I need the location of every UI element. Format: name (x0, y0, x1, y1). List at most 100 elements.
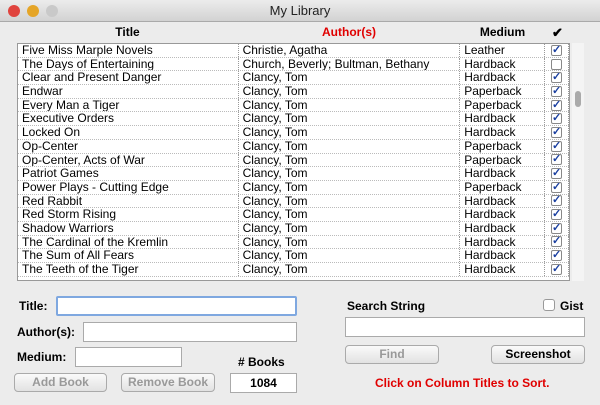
table-row[interactable]: Five Miss Marple Novels Christie, Agatha L… (18, 44, 569, 58)
table-row[interactable]: Patriot Games Clancy, Tom Hardback ✓ (18, 167, 569, 181)
column-header-check[interactable]: ✔ (545, 25, 570, 41)
gist-checkbox[interactable] (543, 299, 555, 311)
author-label: Author(s): (17, 325, 75, 339)
cell-title: Red Storm Rising (18, 208, 239, 221)
table-row[interactable]: Shadow Warriors Clancy, Tom Hardback ✓ (18, 221, 569, 236)
column-header-title[interactable]: Title (17, 25, 238, 39)
cell-title: The Cardinal of the Kremlin (18, 235, 239, 249)
remove-book-button[interactable]: Remove Book (121, 373, 215, 392)
cell-medium: Leather (460, 44, 546, 57)
medium-input[interactable] (75, 347, 182, 367)
close-button[interactable] (8, 5, 20, 17)
table-row[interactable]: Red Rabbit Clancy, Tom Hardback ✓ (18, 194, 569, 209)
row-checkbox[interactable]: ✓ (551, 154, 562, 166)
row-checkbox[interactable]: ✓ (551, 236, 562, 248)
column-header-author[interactable]: Author(s) (238, 25, 460, 39)
cell-medium: Hardback (460, 208, 546, 221)
table-row[interactable]: The Cardinal of the Kremlin Clancy, Tom Ha… (18, 235, 569, 250)
cell-medium: Hardback (460, 71, 546, 85)
row-checkbox[interactable]: ✓ (551, 44, 562, 56)
row-checkbox[interactable]: ✓ (551, 181, 562, 193)
table-row[interactable]: Op-Center, Acts of War Clancy, Tom Paperba… (18, 153, 569, 168)
scrollbar-thumb[interactable] (575, 91, 581, 107)
table-row[interactable]: The Days of Entertaining Church, Beverly;… (18, 57, 569, 72)
books-table: Five Miss Marple Novels Christie, Agatha L… (17, 43, 570, 281)
cell-medium: Hardback (460, 249, 546, 262)
cell-author: Clancy, Tom (239, 221, 461, 235)
cell-title: Patriot Games (18, 167, 239, 180)
minimize-button[interactable] (27, 5, 39, 17)
cell-medium: Hardback (460, 57, 546, 71)
cell-author: Clancy, Tom (239, 263, 461, 276)
cell-author: Clancy, Tom (239, 85, 461, 98)
cell-medium: Hardback (460, 263, 546, 276)
cell-medium: Hardback (460, 112, 546, 126)
row-checkbox[interactable]: ✓ (551, 126, 562, 138)
cell-medium: Hardback (460, 235, 546, 249)
add-book-button[interactable]: Add Book (14, 373, 107, 392)
row-checkbox[interactable]: ✓ (551, 85, 562, 97)
row-checkbox[interactable] (551, 58, 562, 70)
table-row[interactable]: Clear and Present Danger Clancy, Tom Hardb… (18, 71, 569, 86)
cell-author: Clancy, Tom (239, 235, 461, 249)
row-checkbox[interactable]: ✓ (551, 263, 562, 275)
author-input[interactable] (83, 322, 297, 342)
cell-author: Clancy, Tom (239, 139, 461, 153)
row-checkbox[interactable]: ✓ (551, 140, 562, 152)
table-row[interactable]: Locked On Clancy, Tom Hardback ✓ (18, 126, 569, 140)
cell-author: Clancy, Tom (239, 112, 461, 126)
title-input[interactable] (56, 296, 297, 316)
cell-title: Clear and Present Danger (18, 71, 239, 85)
cell-author: Clancy, Tom (239, 194, 461, 208)
table-row[interactable]: Executive Orders Clancy, Tom Hardback ✓ (18, 112, 569, 127)
table-row[interactable]: The Teeth of the Tiger Clancy, Tom Hardbac… (18, 263, 569, 277)
gist-label: Gist (560, 299, 584, 313)
table-row[interactable]: The Sum of All Fears Clancy, Tom Hardback ✓ (18, 249, 569, 263)
cell-medium: Hardback (460, 126, 546, 139)
cell-medium: Hardback (460, 194, 546, 208)
cell-medium: Paperback (460, 139, 546, 153)
cell-author: Clancy, Tom (239, 71, 461, 85)
cell-medium: Hardback (460, 221, 546, 235)
cell-author: Clancy, Tom (239, 98, 461, 112)
table-row[interactable]: Power Plays - Cutting Edge Clancy, Tom Pap… (18, 180, 569, 195)
sort-hint: Click on Column Titles to Sort. (375, 376, 550, 390)
row-checkbox[interactable]: ✓ (551, 195, 562, 207)
cell-medium: Paperback (460, 180, 546, 194)
row-checkbox[interactable]: ✓ (551, 72, 562, 84)
title-label: Title: (19, 299, 48, 313)
cell-title: Locked On (18, 126, 239, 139)
row-checkbox[interactable]: ✓ (551, 222, 562, 234)
cell-title: Endwar (18, 85, 239, 98)
cell-title: The Days of Entertaining (18, 57, 239, 71)
row-checkbox[interactable]: ✓ (551, 250, 562, 262)
cell-title: The Sum of All Fears (18, 249, 239, 262)
zoom-button[interactable] (46, 5, 58, 17)
cell-author: Church, Beverly; Bultman, Bethany (239, 57, 461, 71)
cell-title: Op-Center, Acts of War (18, 153, 239, 167)
column-header-medium[interactable]: Medium (460, 25, 545, 39)
cell-author: Clancy, Tom (239, 208, 461, 221)
cell-author: Clancy, Tom (239, 126, 461, 139)
search-label: Search String (347, 299, 426, 313)
cell-medium: Hardback (460, 167, 546, 180)
screenshot-button[interactable]: Screenshot (491, 345, 585, 364)
row-checkbox[interactable]: ✓ (551, 168, 562, 180)
row-checkbox[interactable]: ✓ (551, 209, 562, 221)
cell-title: Red Rabbit (18, 194, 239, 208)
search-input[interactable] (345, 317, 585, 337)
table-row[interactable]: Red Storm Rising Clancy, Tom Hardback ✓ (18, 208, 569, 222)
table-row[interactable]: Endwar Clancy, Tom Paperback ✓ (18, 85, 569, 99)
medium-label: Medium: (17, 350, 67, 364)
table-row[interactable]: Op-Center Clancy, Tom Paperback ✓ (18, 139, 569, 154)
cell-title: Power Plays - Cutting Edge (18, 180, 239, 194)
books-count-label: # Books (238, 355, 285, 369)
cell-title: Executive Orders (18, 112, 239, 126)
row-checkbox[interactable]: ✓ (551, 113, 562, 125)
row-checkbox[interactable]: ✓ (551, 99, 562, 111)
table-row[interactable]: Every Man a Tiger Clancy, Tom Paperback ✓ (18, 98, 569, 113)
title-bar: My Library (0, 0, 600, 22)
scrollbar[interactable] (572, 43, 584, 281)
find-button[interactable]: Find (345, 345, 439, 364)
cell-medium: Paperback (460, 85, 546, 98)
